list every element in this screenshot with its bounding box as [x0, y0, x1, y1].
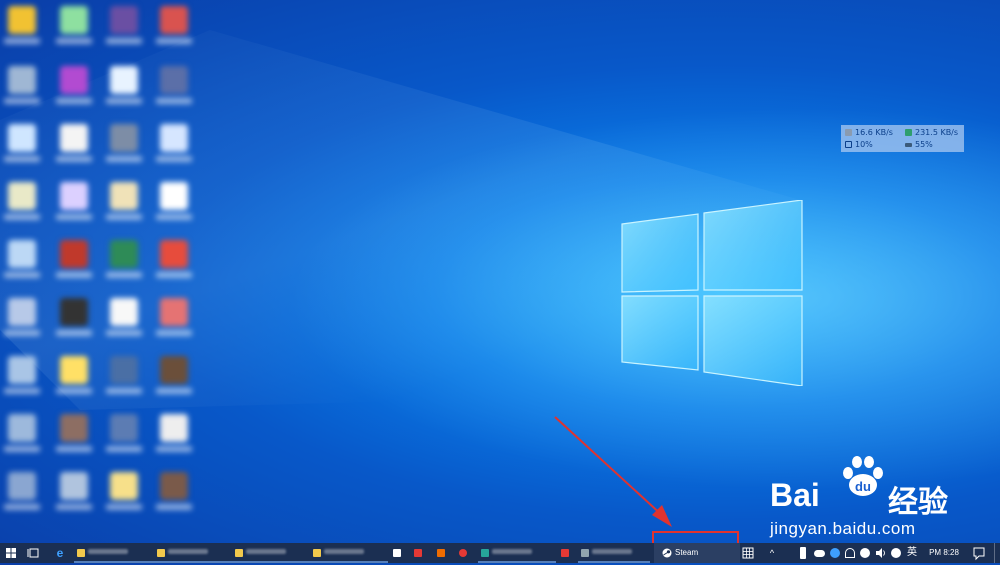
action-center-icon: [973, 547, 985, 561]
desktop-icon[interactable]: [152, 60, 196, 116]
desktop-icon[interactable]: [102, 292, 146, 348]
taskbar-app-button[interactable]: [478, 543, 556, 563]
desktop-icon[interactable]: [152, 176, 196, 232]
download-icon: [905, 129, 912, 136]
usb-device-icon[interactable]: [800, 547, 806, 559]
edge-button[interactable]: e: [53, 543, 67, 563]
desktop-icon[interactable]: [152, 350, 196, 406]
taskbar-app-button[interactable]: [578, 543, 650, 563]
desktop-icon[interactable]: [102, 466, 146, 522]
cpu-icon: [845, 141, 852, 148]
watermark-brand-suffix: du: [855, 479, 871, 494]
watermark-brand-text: Bai: [770, 477, 820, 513]
show-desktop-button[interactable]: [994, 543, 1000, 563]
desktop-icon[interactable]: [52, 176, 96, 232]
desktop-icon[interactable]: [52, 292, 96, 348]
taskbar-app-button[interactable]: [74, 543, 154, 563]
desktop-icon[interactable]: [152, 466, 196, 522]
keyboard-icon[interactable]: [742, 543, 754, 563]
taskbar-app-button[interactable]: [456, 543, 474, 563]
download-speed: 231.5 KB/s: [905, 127, 958, 139]
desktop-icon[interactable]: [102, 118, 146, 174]
desktop-icon[interactable]: [102, 60, 146, 116]
task-view-icon: [27, 548, 39, 558]
desktop-icon[interactable]: [0, 350, 44, 406]
desktop-icon[interactable]: [52, 60, 96, 116]
memory-icon: [905, 142, 912, 147]
steam-icon: [662, 548, 672, 558]
windows-logo-wallpaper: [620, 199, 804, 387]
desktop-icon[interactable]: [52, 350, 96, 406]
desktop-icons-area: [0, 0, 210, 520]
start-button[interactable]: [0, 543, 22, 563]
baidu-jingyan-watermark: Bai du 经验 jingyan.baidu.com: [770, 455, 990, 543]
bluetooth-icon[interactable]: [830, 548, 840, 558]
upload-speed: 16.6 KB/s: [845, 127, 893, 139]
taskbar-app-button[interactable]: [434, 543, 452, 563]
desktop-icon[interactable]: [102, 0, 146, 56]
baidu-paw-icon: du: [838, 455, 888, 499]
desktop-icon[interactable]: [102, 350, 146, 406]
steam-taskbar-button[interactable]: Steam: [654, 543, 740, 563]
taskbar-app-button[interactable]: [390, 543, 408, 563]
taskbar-app-button[interactable]: [310, 543, 388, 563]
windows-icon: [6, 548, 16, 558]
wifi-icon[interactable]: [845, 548, 855, 558]
desktop-icon[interactable]: [52, 0, 96, 56]
desktop-icon[interactable]: [102, 176, 146, 232]
taskbar-app-button[interactable]: [411, 543, 429, 563]
desktop-icon[interactable]: [52, 408, 96, 464]
desktop-icon[interactable]: [0, 60, 44, 116]
desktop-icon[interactable]: [0, 234, 44, 290]
desktop-icon[interactable]: [152, 292, 196, 348]
desktop-icon[interactable]: [102, 408, 146, 464]
svg-text:e: e: [57, 546, 64, 560]
task-view-button[interactable]: [27, 543, 41, 563]
watermark-url: jingyan.baidu.com: [770, 519, 916, 538]
steam-tray-icon[interactable]: [891, 548, 901, 558]
ime-indicator[interactable]: 英: [905, 543, 919, 563]
cpu-usage: 10%: [845, 139, 873, 151]
desktop-icon[interactable]: [0, 466, 44, 522]
desktop-icon[interactable]: [0, 118, 44, 174]
desktop-icon[interactable]: [52, 466, 96, 522]
action-center-button[interactable]: [972, 543, 986, 563]
desktop-icon[interactable]: [152, 234, 196, 290]
desktop-icon[interactable]: [152, 408, 196, 464]
desktop-icon[interactable]: [0, 0, 44, 56]
onedrive-icon[interactable]: [814, 550, 825, 557]
desktop-icon[interactable]: [0, 292, 44, 348]
upload-speed-value: 16.6 KB/s: [855, 128, 893, 137]
desktop-icon[interactable]: [52, 234, 96, 290]
memory-usage: 55%: [905, 139, 933, 151]
memory-usage-value: 55%: [915, 140, 933, 149]
clock[interactable]: PM 8:28: [926, 543, 962, 563]
volume-icon[interactable]: [876, 547, 886, 559]
taskbar-app-button[interactable]: [154, 543, 232, 563]
desktop-icon[interactable]: [102, 234, 146, 290]
security-icon[interactable]: [860, 548, 870, 558]
chevron-up-icon[interactable]: ^: [766, 543, 778, 563]
network-monitor-widget[interactable]: 16.6 KB/s 231.5 KB/s 10% 55%: [841, 125, 964, 152]
desktop-icon[interactable]: [152, 0, 196, 56]
desktop-icon[interactable]: [0, 408, 44, 464]
red-arrow-annotation: [540, 405, 680, 535]
desktop-icon[interactable]: [0, 176, 44, 232]
taskbar: e Steam ^ 英 PM 8:28: [0, 543, 1000, 563]
edge-icon: e: [57, 546, 64, 560]
steam-label: Steam: [675, 548, 699, 557]
taskbar-app-button[interactable]: [558, 543, 576, 563]
desktop: 16.6 KB/s 231.5 KB/s 10% 55% Bai du 经验 j…: [0, 0, 1000, 543]
watermark-chinese: 经验: [888, 486, 948, 519]
download-speed-value: 231.5 KB/s: [915, 128, 959, 137]
desktop-icon[interactable]: [52, 118, 96, 174]
desktop-icon[interactable]: [152, 118, 196, 174]
watermark-brand: Bai: [770, 477, 820, 514]
taskbar-app-button[interactable]: [232, 543, 310, 563]
upload-icon: [845, 129, 852, 136]
cpu-usage-value: 10%: [855, 140, 873, 149]
